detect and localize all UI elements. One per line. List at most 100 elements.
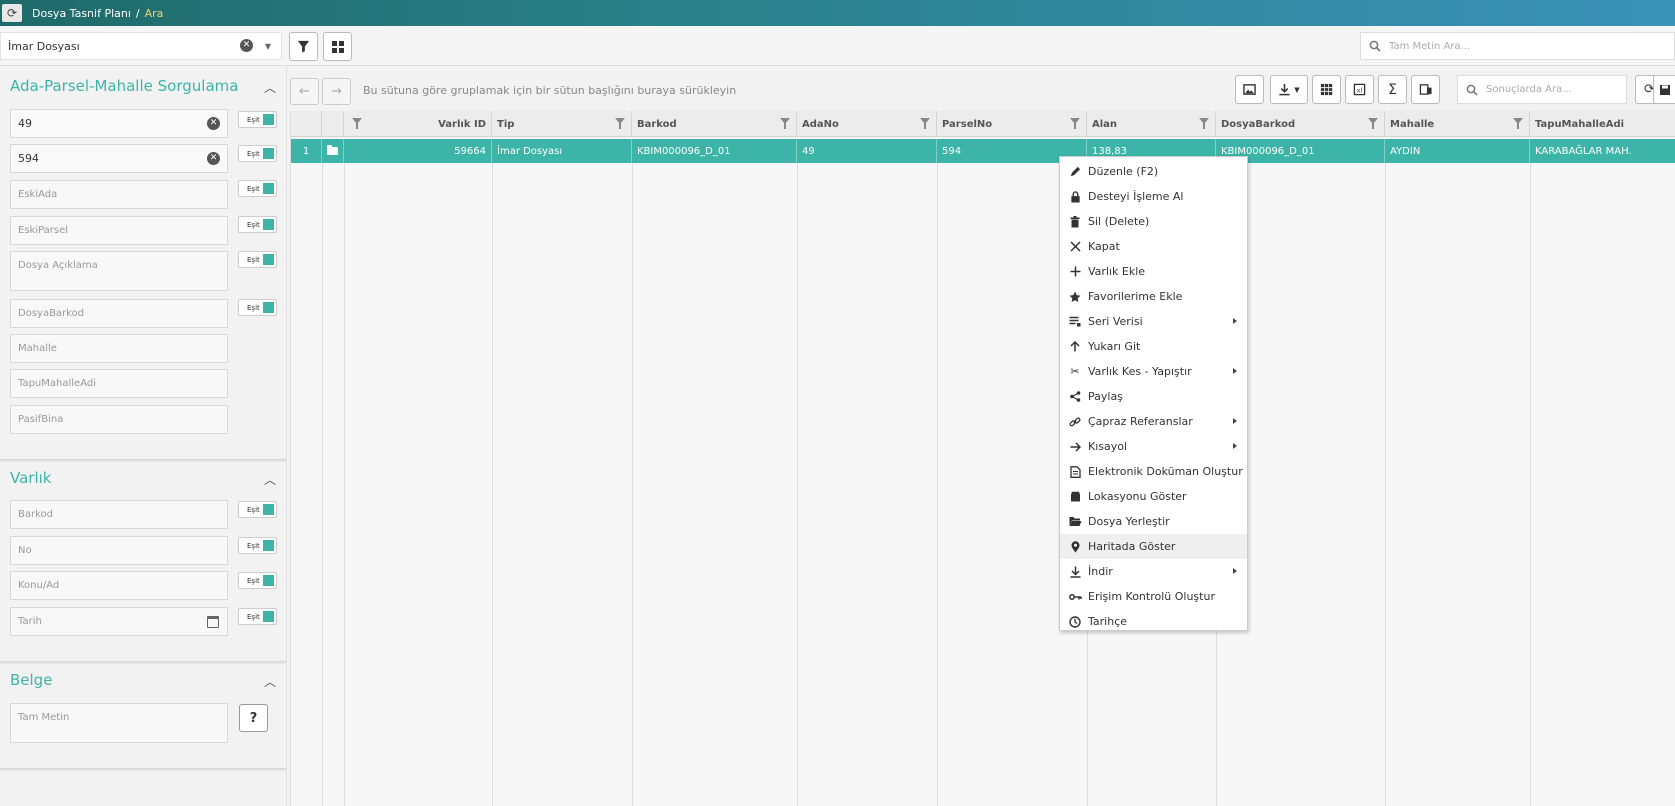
dosya-barkod-input[interactable]: DosyaBarkod (10, 299, 228, 328)
varlik-barkod-equal-toggle[interactable]: Eşit (238, 501, 277, 518)
tarih-input[interactable]: Tarih (10, 607, 228, 636)
collapse-chevron-icon[interactable]: ︿ (264, 471, 276, 488)
eski-ada-input[interactable]: EskiAda (10, 180, 228, 209)
refresh-app-icon[interactable]: ⟳ (2, 4, 22, 22)
header-parsel-no[interactable]: ParselNo (937, 111, 1087, 137)
menu-item-desteyi-isleme-al[interactable]: Desteyi İşleme Al (1060, 184, 1247, 209)
chevron-down-icon[interactable]: ▼ (265, 42, 271, 51)
header-dosya-barkod[interactable]: DosyaBarkod (1216, 111, 1385, 137)
filter-icon[interactable] (352, 118, 362, 129)
header-mahalle[interactable]: Mahalle (1385, 111, 1530, 137)
belge-fulltext-input[interactable]: Tam Metin (10, 703, 228, 743)
header-varlik-id[interactable]: Varlık ID (344, 111, 492, 137)
column-line (937, 163, 938, 806)
breadcrumb-current[interactable]: Ara (145, 7, 164, 20)
menu-item-lokasyonu-goster[interactable]: Lokasyonu Göster (1060, 484, 1247, 509)
menu-item-paylas[interactable]: Paylaş (1060, 384, 1247, 409)
tapu-mahalle-input[interactable]: TapuMahalleAdi (10, 369, 228, 398)
menu-item-haritada-goster[interactable]: Haritada Göster (1060, 534, 1247, 559)
clear-icon[interactable]: ✕ (240, 39, 253, 52)
ada-equal-toggle[interactable]: Eşit (238, 111, 277, 128)
menu-label: Varlık Ekle (1088, 265, 1146, 278)
ada-input[interactable]: 49 ✕ (10, 109, 228, 138)
export-excel-button[interactable]: xl (1345, 75, 1374, 104)
placeholder: Tam Metin (18, 712, 70, 723)
collapse-chevron-icon[interactable]: ︿ (264, 673, 276, 690)
layout-button[interactable] (1411, 75, 1440, 104)
menu-item-dosya-yerlestir[interactable]: Dosya Yerleştir (1060, 509, 1247, 534)
menu-item-kisayol[interactable]: Kısayol (1060, 434, 1247, 459)
type-select[interactable]: İmar Dosyası ✕ ▼ (0, 32, 282, 60)
result-search-input[interactable]: Sonuçlarda Ara... (1457, 75, 1627, 104)
mahalle-input[interactable]: Mahalle (10, 334, 228, 363)
barkod-input[interactable]: Barkod (10, 500, 228, 529)
menu-label: Elektronik Doküman Oluştur (1088, 465, 1243, 478)
eski-parsel-equal-toggle[interactable]: Eşit (238, 216, 277, 233)
filter-icon[interactable] (1070, 118, 1080, 129)
barkod-equal-toggle[interactable]: Eşit (238, 299, 277, 316)
header-tapu-mahalle[interactable]: TapuMahalleAdi (1530, 111, 1675, 137)
collapse-chevron-icon[interactable]: ︿ (264, 79, 276, 96)
sum-button[interactable]: Σ (1378, 75, 1407, 104)
clear-icon[interactable]: ✕ (207, 152, 220, 165)
forward-button[interactable]: → (322, 78, 351, 105)
menu-item-capraz-referanslar[interactable]: Çapraz Referanslar (1060, 409, 1247, 434)
menu-label: Erişim Kontrolü Oluştur (1088, 590, 1215, 603)
filter-icon[interactable] (780, 118, 790, 129)
menu-item-varlik-ekle[interactable]: Varlık Ekle (1060, 259, 1247, 284)
menu-item-seri-verisi[interactable]: Seri Verisi (1060, 309, 1247, 334)
placeholder: EskiAda (18, 189, 58, 200)
section-title-varlik: Varlık (10, 469, 52, 487)
header-barkod[interactable]: Barkod (632, 111, 797, 137)
menu-item-varlik-kes-yapistir[interactable]: ✂ Varlık Kes - Yapıştır (1060, 359, 1247, 384)
header-tip[interactable]: Tip (492, 111, 632, 137)
table-row[interactable]: 1 59664 İmar Dosyası KBIM000096_D_01 49 … (291, 139, 1675, 163)
filter-icon[interactable] (615, 118, 625, 129)
menu-item-duzenle[interactable]: Düzenle (F2) (1060, 159, 1247, 184)
filter-icon[interactable] (1513, 118, 1523, 129)
grid-view-button[interactable] (323, 32, 352, 61)
no-input[interactable]: No (10, 536, 228, 565)
menu-item-erisim-kontrolu[interactable]: Erişim Kontrolü Oluştur (1060, 584, 1247, 609)
eski-ada-equal-toggle[interactable]: Eşit (238, 180, 277, 197)
eski-parsel-input[interactable]: EskiParsel (10, 216, 228, 245)
menu-item-indir[interactable]: İndir (1060, 559, 1247, 584)
columns-button[interactable] (1312, 75, 1341, 104)
menu-label: Çapraz Referanslar (1088, 415, 1193, 428)
filter-icon[interactable] (1368, 118, 1378, 129)
tarih-equal-toggle[interactable]: Eşit (238, 608, 277, 625)
parsel-input[interactable]: 594 ✕ (10, 144, 228, 173)
menu-item-elektronik-dokuman[interactable]: Elektronik Doküman Oluştur (1060, 459, 1247, 484)
parsel-equal-toggle[interactable]: Eşit (238, 145, 277, 162)
save-icon (1659, 84, 1670, 95)
folder-icon (327, 145, 338, 155)
breadcrumb: Dosya Tasnif Planı / Ara (32, 7, 163, 20)
filter-icon[interactable] (1199, 118, 1209, 129)
konu-ad-input[interactable]: Konu/Ad (10, 571, 228, 600)
pasif-bina-input[interactable]: PasifBina (10, 405, 228, 434)
header-alan[interactable]: Alan (1087, 111, 1216, 137)
calendar-icon[interactable] (207, 616, 219, 628)
menu-item-favorilerime-ekle[interactable]: Favorilerime Ekle (1060, 284, 1247, 309)
fulltext-search-input[interactable]: Tam Metin Ara... (1360, 32, 1675, 60)
menu-item-sil[interactable]: Sil (Delete) (1060, 209, 1247, 234)
konu-equal-toggle[interactable]: Eşit (238, 572, 277, 589)
no-equal-toggle[interactable]: Eşit (238, 537, 277, 554)
menu-item-tarihce[interactable]: Tarihçe (1060, 609, 1247, 634)
filter-button[interactable] (289, 32, 318, 61)
header-icon (322, 111, 344, 137)
menu-item-kapat[interactable]: Kapat (1060, 234, 1247, 259)
aciklama-equal-toggle[interactable]: Eşit (238, 251, 277, 268)
dosya-aciklama-input[interactable]: Dosya Açıklama (10, 251, 228, 291)
image-view-button[interactable] (1235, 75, 1264, 104)
menu-item-yukari-git[interactable]: Yukarı Git (1060, 334, 1247, 359)
map-marker-icon (1068, 540, 1082, 554)
filter-icon[interactable] (920, 118, 930, 129)
save-layout-button[interactable] (1653, 75, 1675, 104)
clear-icon[interactable]: ✕ (207, 117, 220, 130)
header-ada-no[interactable]: AdaNo (797, 111, 937, 137)
back-button[interactable]: ← (290, 78, 319, 105)
help-button[interactable]: ? (239, 704, 268, 732)
breadcrumb-root[interactable]: Dosya Tasnif Planı (32, 7, 131, 20)
download-dropdown-button[interactable]: ▼ (1270, 75, 1308, 104)
